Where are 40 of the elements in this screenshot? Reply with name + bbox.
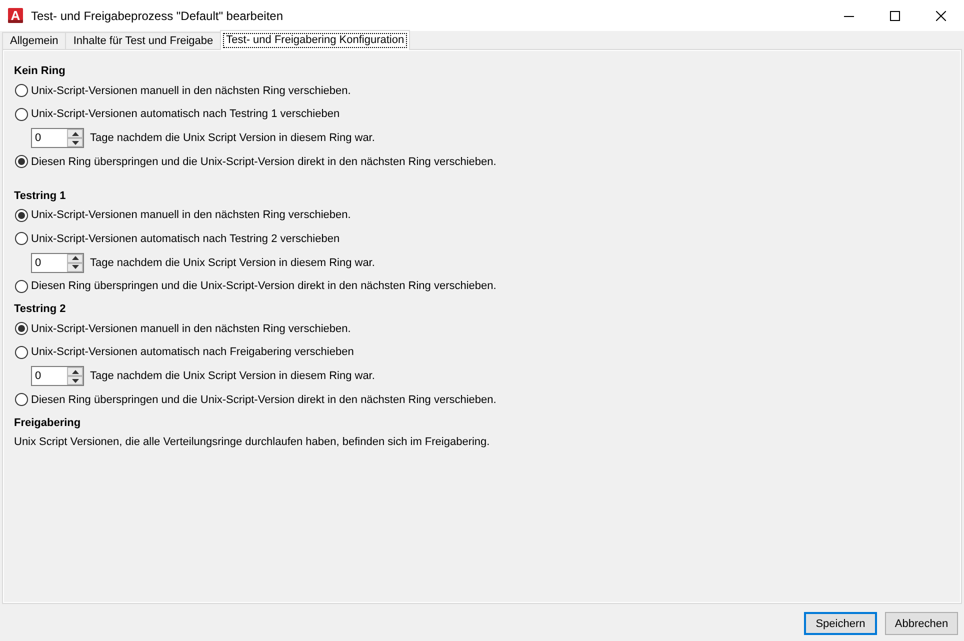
save-button[interactable]: Speichern [804,612,877,635]
days-label: Tage nachdem die Unix Script Version in diesem Ring war. [90,370,375,382]
days-label: Tage nachdem die Unix Script Version in diesem Ring war. [90,132,375,144]
window-title: Test- und Freigabeprozess "Default" bearbeiten [31,8,283,22]
down-arrow-icon [72,378,78,382]
spin-box[interactable]: 0 [31,252,84,272]
spin-up-button[interactable] [67,367,83,376]
up-arrow-icon [72,370,78,374]
radio-button[interactable]: Diesen Ring überspringen und die Unix-Script-Version direkt in den nächsten Ring verschieben. [14,150,496,174]
radio-button[interactable]: Diesen Ring überspringen und die Unix-Script-Version direkt in den nächsten Ring verschieben. [14,274,496,298]
section-heading: Testring 1 [14,188,67,204]
spin-up-button[interactable] [67,254,83,262]
tab[interactable]: Test- und Freigabering Konfiguration [220,30,410,50]
radio-button[interactable]: Unix-Script-Versionen manuell in den nächsten Ring verschieben. [14,79,351,102]
tab[interactable]: Allgemein [2,32,66,49]
section-heading: Freigabering [14,416,82,430]
radio-button[interactable]: Unix-Script-Versionen manuell in den nächsten Ring verschieben. [14,317,351,340]
app-logo-icon: A [8,8,23,23]
section-heading: Testring 2 [14,302,67,317]
down-arrow-icon [72,265,78,269]
radio-button[interactable]: Unix-Script-Versionen automatisch nach Testring 1 verschieben [14,102,340,126]
radio-button[interactable]: Unix-Script-Versionen manuell in den nächsten Ring verschieben. [14,204,351,227]
spin-box[interactable]: 0 [31,366,84,386]
radio-button[interactable]: Unix-Script-Versionen automatisch nach Freigabering verschieben [14,340,354,364]
spin-down-button[interactable] [67,138,83,147]
spin-up-button[interactable] [67,129,83,138]
tab[interactable]: Inhalte für Test und Freigabe [65,32,222,49]
up-arrow-icon [72,132,78,136]
spin-down-button[interactable] [67,376,83,385]
section-description: Unix Script Versionen, die alle Verteilungsringe durchlaufen haben, befinden sich im Freigabering. [14,434,491,450]
cancel-button[interactable]: Abbrechen [885,612,958,635]
section-heading: Kein Ring [14,64,66,79]
up-arrow-icon [72,256,78,260]
maximize-icon [890,10,900,20]
days-label: Tage nachdem die Unix Script Version in diesem Ring war. [90,256,375,268]
down-arrow-icon [72,140,78,144]
radio-button[interactable]: Unix-Script-Versionen automatisch nach Testring 2 verschieben [14,227,340,250]
close-icon [936,10,946,20]
radio-button[interactable]: Diesen Ring überspringen und die Unix-Script-Version direkt in den nächsten Ring verschieben. [14,388,496,412]
spin-box[interactable]: 0 [31,128,84,148]
